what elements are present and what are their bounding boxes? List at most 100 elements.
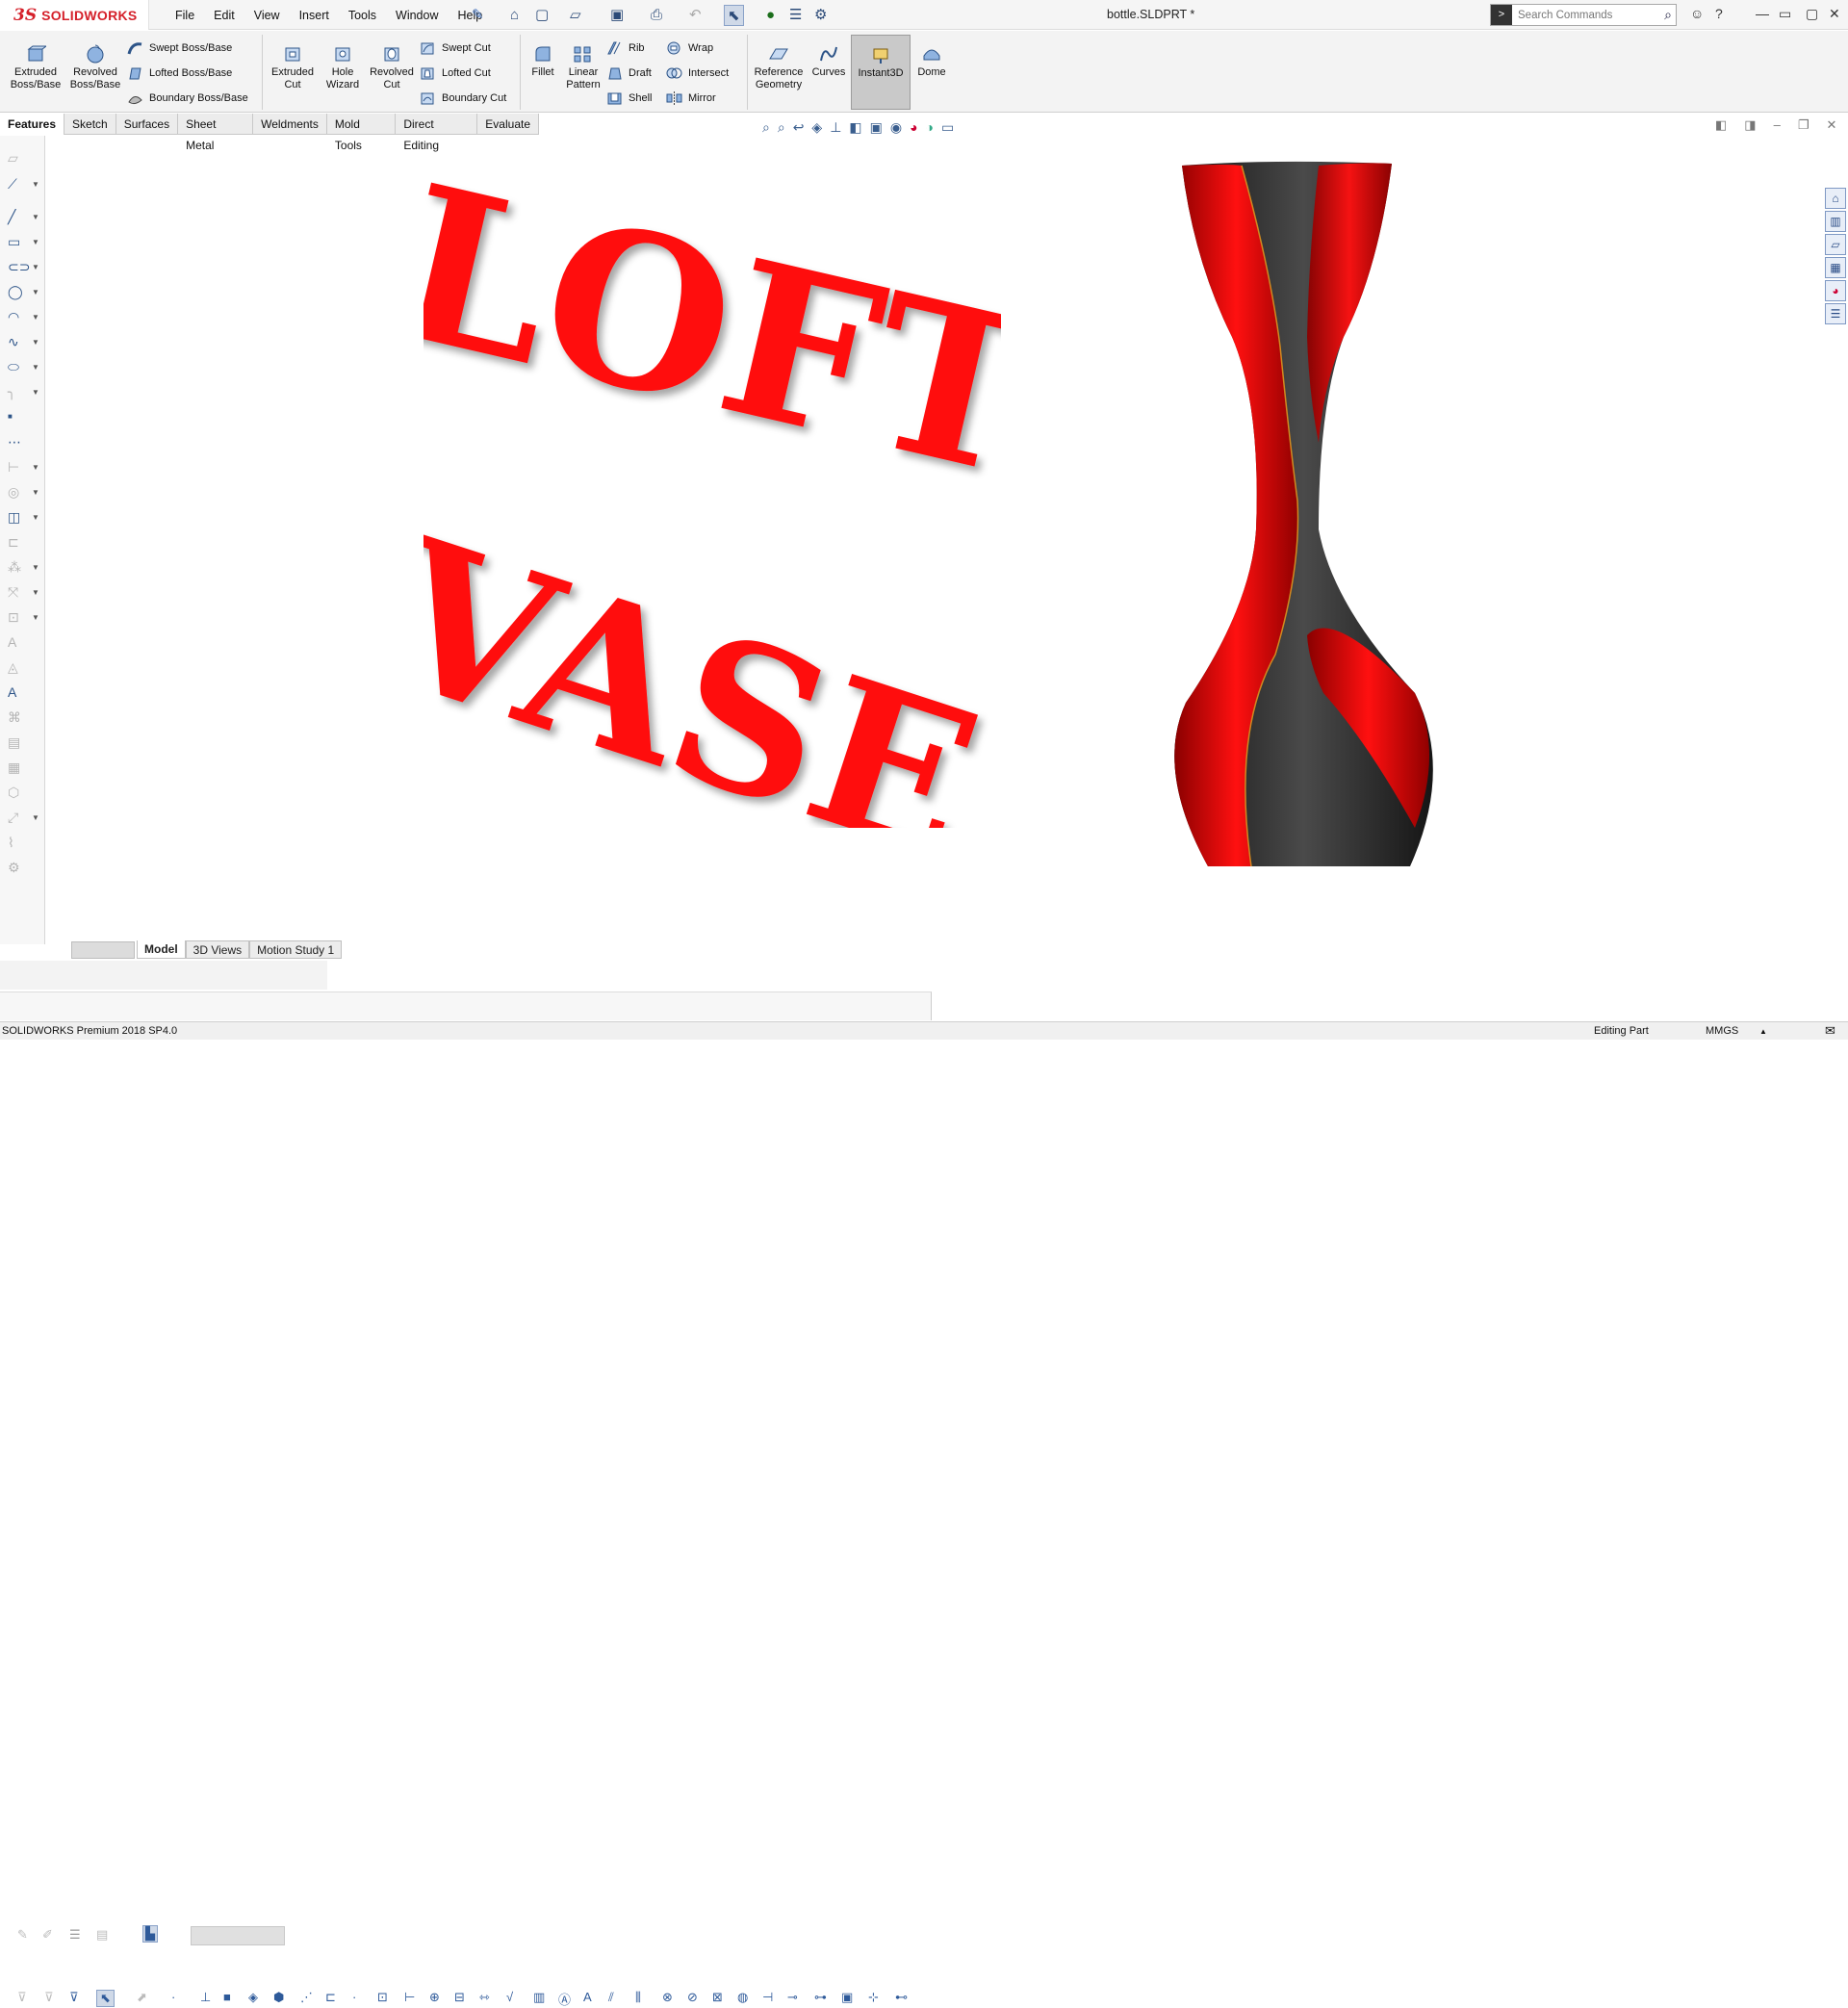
- point-icon[interactable]: ■: [8, 409, 23, 425]
- centerline-icon[interactable]: ⋯: [8, 434, 23, 450]
- print-icon[interactable]: ⎙: [651, 5, 662, 26]
- user-icon[interactable]: ☺: [1690, 6, 1704, 21]
- filter-surface-finish-icon[interactable]: √: [506, 1990, 513, 2004]
- menu-file[interactable]: File: [166, 9, 204, 22]
- minimize-icon[interactable]: —: [1756, 6, 1769, 21]
- filter-surfaces-icon[interactable]: ◈: [248, 1990, 258, 2005]
- tab-weldments[interactable]: Weldments: [253, 114, 327, 135]
- file-explorer-icon[interactable]: ▱: [1825, 234, 1846, 255]
- filter-edges-icon[interactable]: ⊥: [200, 1990, 211, 2005]
- options-gear-icon[interactable]: ⚙: [814, 5, 827, 26]
- chevron-down-icon[interactable]: ▼: [32, 238, 39, 246]
- select-arrow-icon[interactable]: ⬉: [724, 5, 744, 26]
- filter-faces-icon[interactable]: ■: [223, 1990, 231, 2004]
- chevron-down-icon[interactable]: ▼: [32, 363, 39, 372]
- rapid-sketch-icon[interactable]: ⚙: [8, 860, 23, 875]
- quick-snaps-icon[interactable]: ◬: [8, 659, 23, 675]
- filter-cosmetic-thread-icon[interactable]: ⫼: [635, 1990, 641, 2005]
- display-style-icon[interactable]: ▣: [870, 119, 883, 136]
- fillet-button[interactable]: Fillet: [526, 44, 560, 79]
- fillet-sketch-icon[interactable]: ╮: [8, 384, 23, 399]
- dynamic-annotation-icon[interactable]: ⊥: [830, 119, 841, 136]
- tab-motion-study-1[interactable]: Motion Study 1: [249, 940, 343, 959]
- clip-icon[interactable]: ⌇: [8, 835, 23, 850]
- draft-button[interactable]: Draft: [606, 64, 652, 83]
- filter-sketch-segments-icon[interactable]: ⊡: [377, 1990, 388, 2005]
- previous-view-icon[interactable]: ↩: [793, 119, 805, 136]
- boundary-cut-button[interactable]: Boundary Cut: [420, 89, 506, 108]
- chevron-down-icon[interactable]: ▼: [32, 463, 39, 472]
- filter-midpoints-icon[interactable]: ⊢: [404, 1990, 415, 2005]
- curves-button[interactable]: Curves: [810, 44, 847, 79]
- filter-mate-icon[interactable]: ⊷: [895, 1990, 908, 2005]
- zoom-to-fit-icon[interactable]: ⌕: [762, 119, 770, 136]
- filter-toggle-icon[interactable]: ⊽: [17, 1990, 27, 2005]
- chevron-down-icon[interactable]: ▼: [32, 213, 39, 221]
- tab-direct-editing[interactable]: Direct Editing: [396, 114, 478, 152]
- menu-insert[interactable]: Insert: [290, 9, 339, 22]
- chevron-down-icon[interactable]: ▼: [32, 313, 39, 322]
- extruded-cut-button[interactable]: Extruded Cut: [268, 44, 318, 91]
- filter-routing-icon[interactable]: ⊸: [787, 1990, 798, 2005]
- search-input[interactable]: Search Commands: [1512, 10, 1664, 21]
- filter-all-icon[interactable]: ⊽: [69, 1990, 79, 2005]
- linear-pattern-button[interactable]: Linear Pattern: [564, 44, 603, 91]
- circle-icon[interactable]: ◯: [8, 284, 23, 299]
- line-icon[interactable]: ╱: [8, 209, 23, 224]
- chevron-down-icon[interactable]: ▼: [32, 563, 39, 572]
- tab-evaluate[interactable]: Evaluate: [477, 114, 539, 135]
- ink-chart-icon[interactable]: ▙: [142, 1925, 158, 1943]
- chevron-down-icon[interactable]: ▼: [32, 388, 39, 397]
- search-commands[interactable]: > Search Commands ⌕: [1490, 4, 1677, 26]
- save-icon[interactable]: ▣: [610, 5, 624, 26]
- arc-icon[interactable]: ◠: [8, 309, 23, 324]
- instant3d-button[interactable]: Instant3D: [851, 35, 911, 110]
- chevron-down-icon[interactable]: ▼: [32, 488, 39, 497]
- search-icon[interactable]: ⌕: [1664, 7, 1676, 23]
- filter-solids-icon[interactable]: ⬢: [273, 1990, 284, 2005]
- filter-center-marks-icon[interactable]: ⊕: [429, 1990, 440, 2005]
- design-library-icon[interactable]: ▥: [1825, 211, 1846, 232]
- spline-icon[interactable]: ∿: [8, 334, 23, 349]
- shell-button[interactable]: Shell: [606, 89, 652, 108]
- filter-geometric-tolerance-icon[interactable]: ▥: [533, 1990, 545, 2005]
- menu-tools[interactable]: Tools: [339, 9, 386, 22]
- filter-planes-icon[interactable]: ⊏: [325, 1990, 336, 2005]
- block-icon[interactable]: ▤: [8, 734, 23, 750]
- extruded-boss-button[interactable]: Extruded Boss/Base: [8, 44, 64, 91]
- chevron-down-icon[interactable]: ▼: [32, 613, 39, 622]
- filter-centerline-icon[interactable]: ⊟: [454, 1990, 465, 2005]
- chevron-down-icon[interactable]: ▼: [32, 813, 39, 822]
- sketch-text-icon[interactable]: A: [8, 684, 23, 700]
- viewport-prev-icon[interactable]: ◧: [1715, 117, 1727, 133]
- filter-sketch-point-icon[interactable]: ⊹: [868, 1990, 879, 2005]
- close-icon[interactable]: ✕: [1829, 6, 1840, 22]
- chevron-down-icon[interactable]: ▼: [32, 263, 39, 271]
- viewport-close-icon[interactable]: ✕: [1826, 117, 1836, 133]
- instant2d-icon[interactable]: ⤢: [8, 810, 23, 825]
- sketch-icon[interactable]: ▱: [8, 150, 23, 166]
- rebuild-icon[interactable]: ●: [766, 5, 775, 26]
- filter-weld-icon[interactable]: ⫽: [608, 1990, 614, 2005]
- mirror-entities-icon[interactable]: ⊏: [8, 534, 23, 550]
- filter-balloon-icon[interactable]: ⊘: [687, 1990, 698, 2005]
- viewport-minimize-icon[interactable]: –: [1774, 117, 1781, 133]
- undo-icon[interactable]: ↶: [689, 5, 702, 26]
- zoom-to-area-icon[interactable]: ⌕: [778, 119, 785, 136]
- tab-features[interactable]: Features: [0, 114, 65, 135]
- mirror-button[interactable]: Mirror: [666, 89, 716, 108]
- chevron-down-icon[interactable]: ▼: [32, 513, 39, 522]
- menu-edit[interactable]: Edit: [204, 9, 244, 22]
- new-document-icon[interactable]: ▢: [535, 5, 549, 26]
- ink-eraser-icon[interactable]: ✐: [42, 1927, 53, 1943]
- open-icon[interactable]: ▱: [570, 5, 581, 26]
- unit-system[interactable]: MMGS: [1706, 1025, 1738, 1037]
- filter-points-icon[interactable]: ·: [352, 1990, 356, 2004]
- reference-geometry-button[interactable]: Reference Geometry: [751, 44, 807, 91]
- lofted-cut-button[interactable]: Lofted Cut: [420, 64, 491, 83]
- chevron-down-icon[interactable]: ▼: [32, 588, 39, 597]
- convert-entities-icon[interactable]: ◎: [8, 484, 23, 500]
- ink-grid-icon[interactable]: ▤: [96, 1927, 108, 1943]
- menu-view[interactable]: View: [244, 9, 290, 22]
- apply-scene-icon[interactable]: ◑: [926, 119, 934, 135]
